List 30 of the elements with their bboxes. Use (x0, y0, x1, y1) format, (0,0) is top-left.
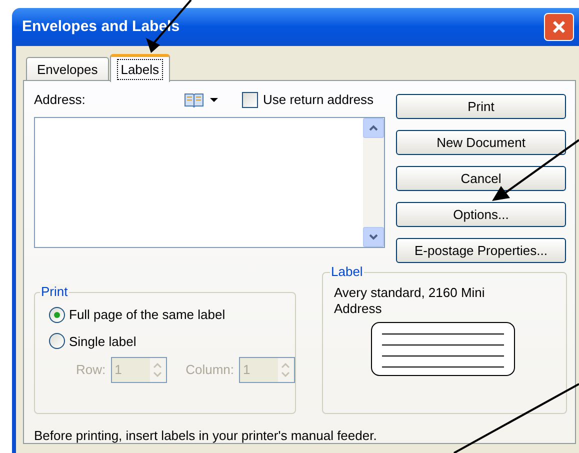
radio-button[interactable] (49, 306, 65, 323)
radio-button[interactable] (49, 333, 65, 350)
checkbox-label: Use return address (263, 91, 374, 110)
scrollbar[interactable] (363, 118, 384, 247)
dialog-button[interactable]: Print (396, 94, 566, 119)
close-icon (551, 19, 567, 35)
dialog-button[interactable]: Options... (396, 202, 566, 227)
caret-icon[interactable] (210, 98, 218, 102)
tab[interactable]: Envelopes (26, 57, 109, 81)
spinner-label: Row: (76, 361, 106, 380)
instruction-text: Before printing, insert labels in your printer's manual feeder. (34, 427, 378, 445)
radio-label: Single label (69, 332, 136, 351)
tab[interactable]: Labels (110, 54, 170, 82)
dialog-button[interactable]: E-postage Properties... (396, 238, 566, 263)
scroll-down-button[interactable] (363, 227, 384, 247)
label-description: Avery standard, 2160 Mini Address (334, 285, 486, 317)
radio-label: Full page of the same label (69, 306, 226, 324)
address-label: Address: (34, 91, 86, 110)
dialog-button[interactable]: Cancel (396, 166, 566, 191)
address-book-icon[interactable] (184, 92, 204, 108)
group-title: Print (40, 284, 69, 300)
spinner-label: Column: (186, 361, 234, 380)
close-button[interactable] (544, 13, 574, 41)
scroll-up-button[interactable] (363, 118, 384, 138)
group-title: Label (330, 264, 364, 280)
chevron-up-icon (369, 125, 378, 131)
chevron-down-icon (369, 234, 378, 240)
dialog-button[interactable]: New Document (396, 130, 566, 155)
checkbox[interactable] (242, 92, 258, 108)
address-field[interactable] (34, 117, 385, 248)
